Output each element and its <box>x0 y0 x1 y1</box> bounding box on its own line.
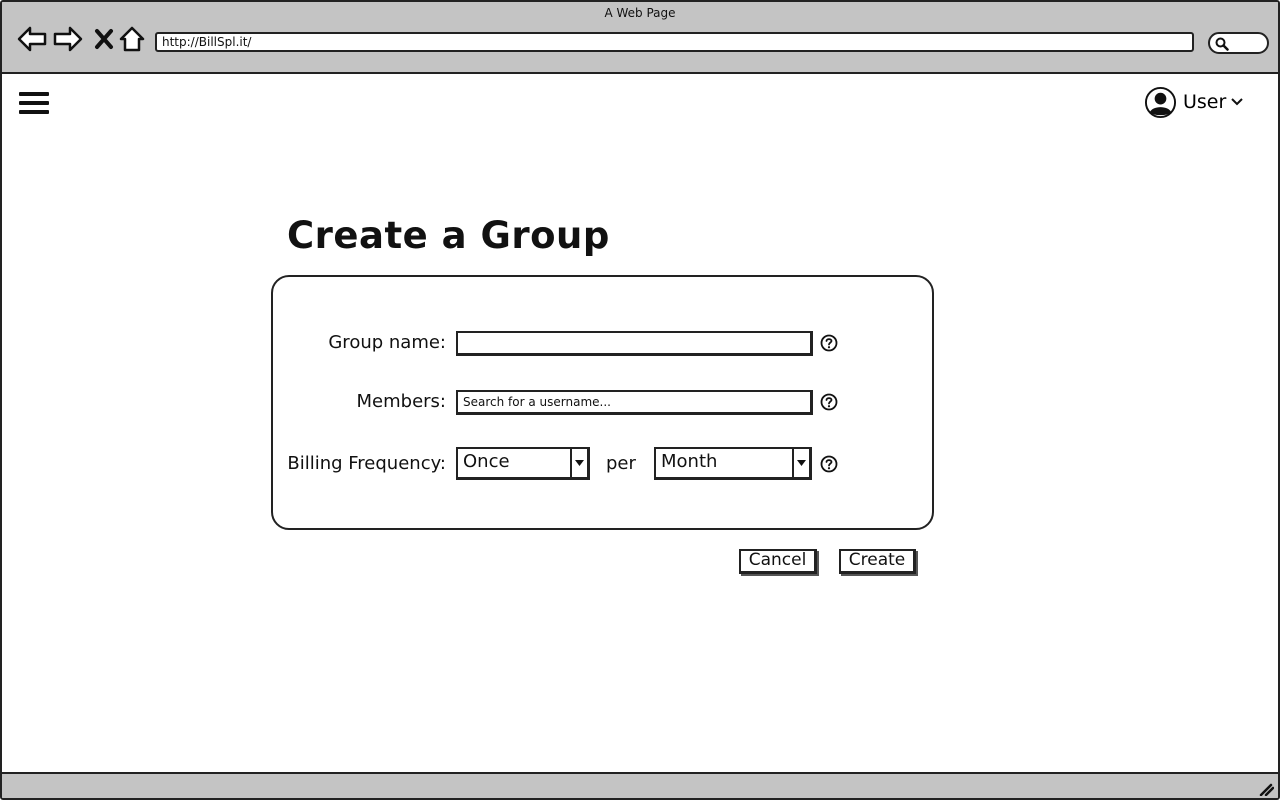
user-avatar-icon <box>1144 86 1177 118</box>
browser-search-field[interactable] <box>1208 32 1269 54</box>
back-arrow-icon[interactable] <box>16 22 48 56</box>
question-circle-icon[interactable] <box>820 455 838 473</box>
search-icon <box>1215 37 1229 51</box>
chevron-down-icon <box>1231 98 1244 106</box>
page-title: Create a Group <box>287 214 610 257</box>
forward-arrow-icon[interactable] <box>52 22 84 56</box>
dropdown-arrow-icon <box>792 449 809 477</box>
group-name-input[interactable] <box>456 331 813 356</box>
billing-frequency-label: Billing Frequency: <box>287 453 446 474</box>
question-circle-icon[interactable] <box>820 334 838 352</box>
resize-grip-icon[interactable] <box>1258 782 1274 796</box>
browser-window: A Web Page http://BillSpl.it/ User Creat… <box>0 0 1280 800</box>
home-icon[interactable] <box>116 22 148 56</box>
dropdown-arrow-icon <box>570 449 587 477</box>
billing-count-value: Once <box>463 451 510 472</box>
billing-count-select[interactable]: Once <box>456 447 590 480</box>
question-circle-icon[interactable] <box>820 393 838 411</box>
members-search-input[interactable]: Search for a username... <box>456 390 813 415</box>
per-text: per <box>606 453 636 474</box>
browser-status-bar <box>2 772 1278 798</box>
url-bar[interactable]: http://BillSpl.it/ <box>155 32 1194 52</box>
window-title: A Web Page <box>604 6 676 20</box>
user-menu[interactable]: User <box>1144 85 1244 119</box>
group-name-label: Group name: <box>328 332 446 353</box>
cancel-button[interactable]: Cancel <box>739 549 817 574</box>
create-button[interactable]: Create <box>839 549 916 574</box>
browser-toolbar: A Web Page http://BillSpl.it/ <box>2 2 1278 74</box>
user-label: User <box>1183 91 1227 113</box>
billing-period-select[interactable]: Month <box>654 447 812 480</box>
hamburger-menu-icon[interactable] <box>19 92 49 118</box>
billing-period-value: Month <box>661 451 718 472</box>
members-label: Members: <box>356 391 446 412</box>
